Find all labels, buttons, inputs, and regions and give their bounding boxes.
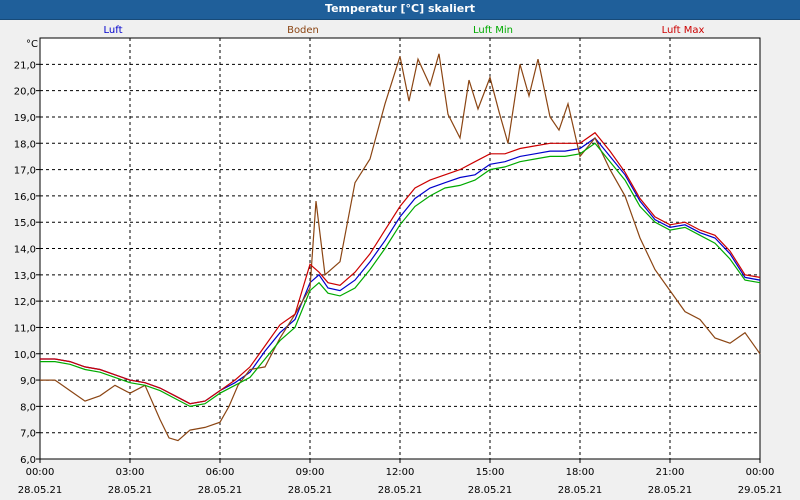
x-tick-time: 03:00 — [116, 467, 145, 478]
y-tick-label: 21,0 — [14, 60, 36, 71]
x-tick-date: 28.05.21 — [558, 485, 603, 496]
x-tick-time: 21:00 — [656, 467, 685, 478]
x-tick-time: 06:00 — [206, 467, 235, 478]
y-tick-label: 19,0 — [14, 113, 36, 124]
y-tick-label: 7,0 — [20, 429, 36, 440]
legend-item-luft-max: Luft Max — [662, 25, 705, 36]
y-tick-label: 10,0 — [14, 350, 36, 361]
x-tick-date: 28.05.21 — [648, 485, 693, 496]
legend-item-luft-min: Luft Min — [473, 25, 513, 36]
y-tick-label: 15,0 — [14, 218, 36, 229]
x-tick-time: 00:00 — [26, 467, 55, 478]
x-tick-time: 18:00 — [566, 467, 595, 478]
y-tick-label: 12,0 — [14, 297, 36, 308]
legend-item-luft: Luft — [104, 25, 123, 36]
x-tick-date: 28.05.21 — [198, 485, 243, 496]
y-tick-label: 9,0 — [20, 376, 36, 387]
y-tick-label: 14,0 — [14, 245, 36, 256]
x-tick-date: 28.05.21 — [108, 485, 153, 496]
y-tick-label: 13,0 — [14, 271, 36, 282]
y-axis-label: °C — [26, 39, 38, 50]
x-tick-time: 00:00 — [746, 467, 775, 478]
x-tick-date: 29.05.21 — [738, 485, 783, 496]
x-tick-date: 28.05.21 — [378, 485, 423, 496]
x-tick-date: 28.05.21 — [18, 485, 63, 496]
legend: Luft Boden Luft Min Luft Max — [104, 25, 705, 36]
y-tick-label: 16,0 — [14, 192, 36, 203]
y-tick-label: 17,0 — [14, 166, 36, 177]
y-tick-label: 11,0 — [14, 323, 36, 334]
y-tick-label: 18,0 — [14, 139, 36, 150]
x-tick-date: 28.05.21 — [468, 485, 513, 496]
y-tick-label: 20,0 — [14, 87, 36, 98]
x-tick-time: 09:00 — [296, 467, 325, 478]
x-tick-time: 12:00 — [386, 467, 415, 478]
y-tick-label: 8,0 — [20, 402, 36, 413]
y-tick-label: 6,0 — [20, 455, 36, 466]
x-tick-time: 15:00 — [476, 467, 505, 478]
legend-item-boden: Boden — [287, 25, 319, 36]
chart-svg: 6,0 7,0 8,0 9,0 10,0 11,0 12,0 13,0 14,0 15,0 16,0… — [14, 25, 783, 496]
x-tick-date: 28.05.21 — [288, 485, 333, 496]
